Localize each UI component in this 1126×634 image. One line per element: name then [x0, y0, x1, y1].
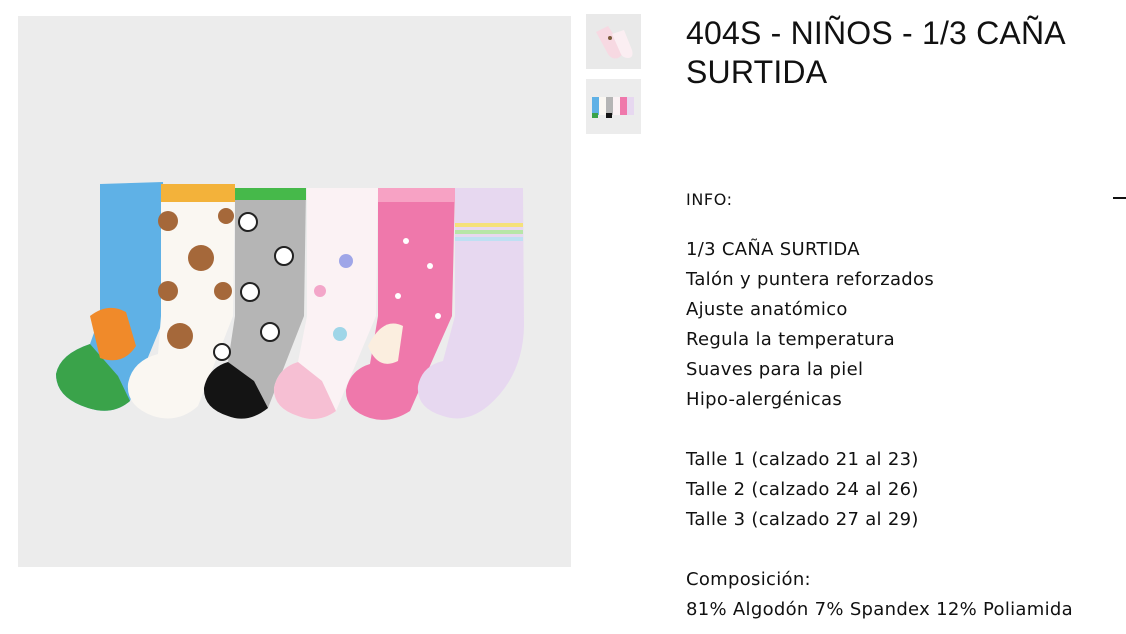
thumbnail-list: [586, 14, 642, 144]
feature-line: Talón y puntera reforzados: [686, 269, 935, 290]
composition-value: 81% Algodón 7% Spandex 12% Poliamida: [686, 599, 1073, 620]
thumbnail-six-pack[interactable]: [586, 79, 641, 134]
info-label: INFO:: [686, 190, 733, 209]
feature-line: Regula la temperatura: [686, 329, 895, 350]
product-title: 404S - NIÑOS - 1/3 CAÑA SURTIDA: [686, 15, 1065, 90]
socks-single-pair-thumb: [586, 14, 641, 69]
feature-line: Suaves para la piel: [686, 359, 864, 380]
thumbnail-single-pair[interactable]: [586, 14, 641, 69]
feature-line: 1/3 CAÑA SURTIDA: [686, 239, 860, 260]
size-line: Talle 2 (calzado 24 al 26): [686, 479, 919, 500]
feature-line: Ajuste anatómico: [686, 299, 848, 320]
product-description: 1/3 CAÑA SURTIDA Talón y puntera reforza…: [686, 235, 1126, 625]
minus-icon[interactable]: [1113, 197, 1126, 199]
info-accordion-toggle[interactable]: INFO:: [686, 186, 1126, 214]
socks-photo: [18, 16, 571, 567]
product-main-image[interactable]: [18, 16, 571, 567]
size-line: Talle 1 (calzado 21 al 23): [686, 449, 919, 470]
feature-line: Hipo-alergénicas: [686, 389, 843, 410]
composition-label: Composición:: [686, 569, 811, 590]
size-line: Talle 3 (calzado 27 al 29): [686, 509, 919, 530]
socks-six-pack-thumb: [586, 79, 641, 134]
